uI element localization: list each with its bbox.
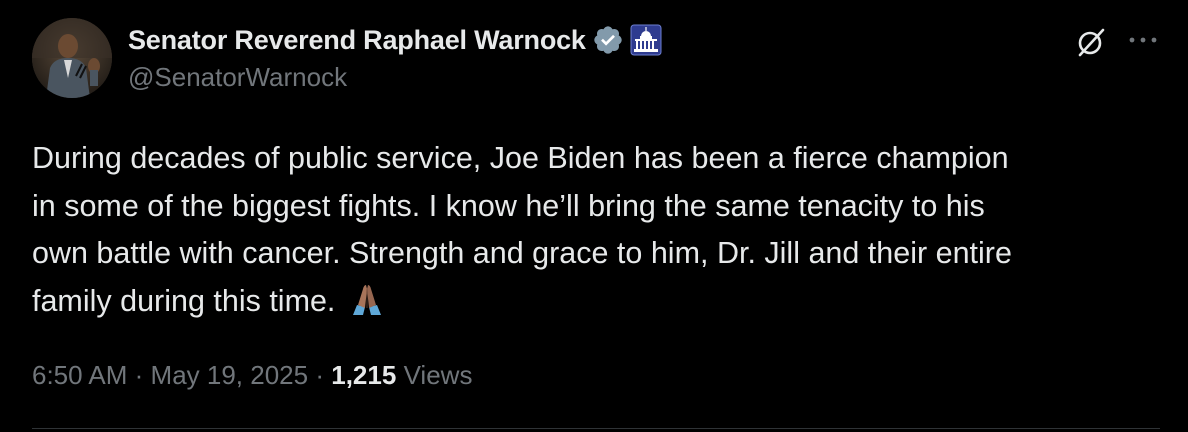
us-capitol-badge-icon[interactable]: [630, 24, 662, 56]
meta-separator: ·: [315, 360, 325, 390]
tweet-text-line-last: family during this time.: [32, 278, 1162, 326]
tweet-text-line: family during this time.: [32, 283, 336, 318]
tweet-card: Senator Reverend Raphael Warnock @Senato…: [0, 0, 1188, 432]
meta-separator: ·: [134, 360, 144, 390]
tweet-time[interactable]: 6:50 AM: [32, 360, 127, 390]
tweet-date[interactable]: May 19, 2025: [151, 360, 309, 390]
display-name[interactable]: Senator Reverend Raphael Warnock: [128, 25, 586, 56]
grok-slash-icon[interactable]: [1074, 25, 1108, 59]
person-at-podium-avatar: [32, 18, 112, 98]
tweet-meta: 6:50 AM · May 19, 2025 · 1,215 Views: [32, 360, 472, 391]
folded-hands-emoji: [349, 281, 385, 317]
author-name-row: Senator Reverend Raphael Warnock: [128, 20, 662, 60]
views-label[interactable]: Views: [404, 360, 473, 390]
avatar[interactable]: [32, 18, 112, 98]
more-options-icon[interactable]: [1126, 30, 1160, 50]
tweet-text-line: own battle with cancer. Strength and gra…: [32, 236, 1012, 270]
verified-badge-icon[interactable]: [592, 24, 624, 56]
tweet-text-line: During decades of public service, Joe Bi…: [32, 141, 1009, 175]
views-count[interactable]: 1,215: [331, 360, 396, 390]
tweet-text-line: in some of the biggest fights. I know he…: [32, 188, 985, 223]
tweet-text: During decades of public service, Joe Bi…: [32, 135, 1162, 325]
divider: [32, 428, 1160, 429]
author-handle[interactable]: @SenatorWarnock: [128, 62, 347, 93]
